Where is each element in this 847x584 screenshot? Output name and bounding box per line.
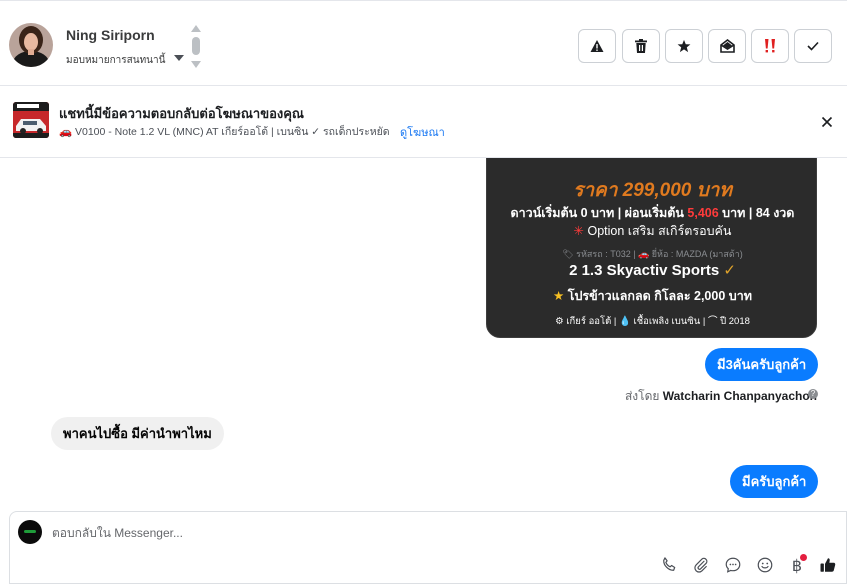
ad-reply-banner: แชทนี้มีข้อความตอบกลับต่อโฆษณาของคุณ 🚗 V… — [0, 86, 847, 158]
incoming-message[interactable]: พาคนไปซื้อ มีค่านำพาไหม — [51, 417, 224, 450]
check-icon — [807, 41, 819, 51]
mark-spam-button[interactable] — [578, 29, 616, 63]
outgoing-message[interactable]: มีครับลูกค้า — [730, 465, 819, 498]
sent-by-prefix: ส่งโดย — [624, 389, 660, 403]
car-ad-image-message[interactable]: ราคา 299,000 บาท ดาวน์เริ่มต้น 0 บาท | ผ… — [486, 158, 817, 338]
page-avatar — [18, 520, 42, 544]
arrow-up-icon[interactable] — [191, 25, 201, 32]
reply-input[interactable] — [52, 522, 552, 544]
ad-thumbnail[interactable] — [13, 102, 49, 138]
conversation-header: Ning Siriporn มอบหมายการสนทนานี้ — [0, 0, 847, 86]
reply-composer: ฿ — [9, 511, 847, 584]
star-icon — [677, 39, 691, 53]
ad-banner-subtitle: 🚗 V0100 - Note 1.2 VL (MNC) AT เกียร์ออโ… — [59, 126, 389, 138]
double-exclamation-icon — [765, 39, 775, 53]
follow-up-button[interactable] — [751, 29, 789, 63]
chevron-down-icon[interactable] — [174, 55, 184, 61]
sender-name: Watcharin Chanpanyachon — [662, 389, 817, 403]
close-icon — [821, 116, 833, 128]
phone-icon[interactable] — [657, 553, 681, 577]
assign-conversation-label[interactable]: มอบหมายการสนทนานี้ — [66, 53, 165, 68]
warning-icon — [590, 40, 604, 52]
card-promo: โปรข้าวแลกลด กิโลละ 2,000 บาท — [567, 289, 752, 303]
asterisk-icon: ✳ — [573, 224, 588, 238]
contact-name[interactable]: Ning Siriporn — [66, 27, 155, 43]
card-option-line: ✳ Option เสริม สเกิร์ตรอบคัน — [487, 221, 818, 241]
card-price: ราคา 299,000 บาท — [573, 180, 732, 201]
card-down-payment: ดาวน์เริ่มต้น 0 บาท | ผ่อนเริ่มต้น 5,406… — [487, 203, 818, 223]
star-button[interactable] — [665, 29, 703, 63]
notification-dot — [800, 554, 807, 561]
card-down-suffix: บาท | 84 งวด — [718, 206, 795, 220]
delete-button[interactable] — [622, 29, 660, 63]
view-ad-link[interactable]: ดูโฆษณา — [400, 123, 445, 141]
smiley-icon[interactable] — [753, 553, 777, 577]
chat-bubble-icon[interactable] — [721, 553, 745, 577]
outgoing-message[interactable]: มี3คันครับลูกค้า — [705, 348, 819, 381]
message-thread[interactable]: ราคา 299,000 บาท ดาวน์เริ่มต้น 0 บาท | ผ… — [0, 158, 847, 510]
card-option: Option เสริม สเกิร์ตรอบคัน — [587, 224, 732, 238]
card-specs: ⚙ เกียร์ ออโต้ | 💧 เชื้อเพลิง เบนซิน | ⌒… — [555, 316, 750, 327]
card-down-prefix: ดาวน์เริ่มต้น 0 บาท | ผ่อนเริ่มต้น — [510, 206, 688, 220]
mark-done-button[interactable] — [794, 29, 832, 63]
header-scroll-control[interactable] — [190, 25, 202, 69]
card-promo-line: ★ โปรข้าวแลกลด กิโลละ 2,000 บาท — [487, 286, 818, 306]
thumbs-up-icon[interactable] — [816, 553, 840, 577]
contact-avatar[interactable] — [9, 23, 53, 67]
ad-banner-title: แชทนี้มีข้อความตอบกลับต่อโฆษณาของคุณ — [59, 106, 304, 121]
info-icon[interactable]: ? — [808, 389, 818, 399]
paperclip-icon[interactable] — [689, 553, 713, 577]
sent-by-label: ส่งโดย Watcharin Chanpanyachon — [625, 387, 817, 406]
card-code-line: 🏷 รหัสรถ : T032 | 🚗 ยี่ห้อ : MAZDA (มาสด… — [562, 249, 743, 259]
card-installment: 5,406 — [687, 206, 719, 220]
verified-check-icon: ✓ — [723, 262, 736, 279]
baht-icon[interactable]: ฿ — [785, 553, 809, 577]
card-model: 2 1.3 Skyactiv Sports — [569, 262, 720, 279]
arrow-down-icon[interactable] — [191, 61, 201, 68]
card-model-line: 2 1.3 Skyactiv Sports ✓ — [487, 261, 818, 279]
envelope-open-icon — [719, 39, 735, 53]
scroll-thumb[interactable] — [192, 37, 200, 55]
mark-unread-button[interactable] — [708, 29, 746, 63]
trash-icon — [635, 39, 647, 53]
close-banner-button[interactable] — [818, 113, 836, 131]
star-icon: ★ — [553, 289, 568, 303]
